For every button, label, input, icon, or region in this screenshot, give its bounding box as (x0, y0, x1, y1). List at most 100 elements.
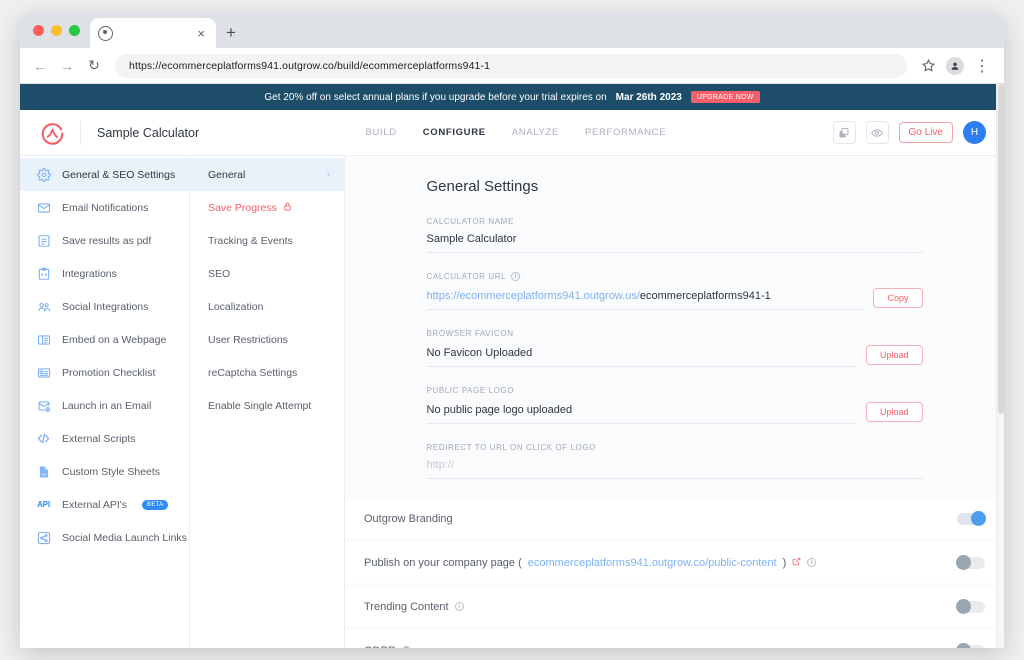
sidebar-item-save-results-as-pdf[interactable]: Save results as pdf (20, 224, 189, 257)
info-icon[interactable]: i (807, 558, 817, 567)
toggle-list: Outgrow Branding Publish on your company… (345, 498, 1004, 648)
code-brackets-icon (36, 431, 51, 446)
close-window-button[interactable] (33, 25, 44, 36)
toggle-row-gdpr: GDPR ? (345, 630, 1004, 648)
upload-logo-button[interactable]: Upload (865, 402, 923, 422)
subnav-item-general[interactable]: General › (190, 158, 344, 191)
info-icon[interactable]: i (454, 602, 464, 611)
envelope-icon (36, 200, 51, 215)
toggle-row-trending-content: Trending Content i (345, 586, 1004, 627)
list-card-icon (36, 365, 51, 380)
calculator-url-prefix: https://ecommerceplatforms941.outgrow.us… (426, 290, 640, 302)
profile-icon[interactable] (943, 54, 967, 78)
sidebar-item-custom-style-sheets[interactable]: css Custom Style Sheets (20, 455, 189, 488)
browser-favicon-label: BROWSER FAVICON (426, 329, 514, 338)
api-icon: API (36, 497, 51, 512)
tab-performance[interactable]: PERFORMANCE (585, 127, 666, 138)
gear-icon (36, 167, 51, 182)
lock-icon (283, 202, 292, 214)
calculator-url-slug: ecommerceplatforms941-1 (639, 290, 771, 302)
calculator-url-input[interactable]: https://ecommerceplatforms941.outgrow.us… (426, 290, 864, 310)
toggle-row-outgrow-branding: Outgrow Branding (345, 498, 1004, 539)
sidebar-item-general-seo-settings[interactable]: General & SEO Settings (20, 158, 189, 191)
publish-company-page-toggle[interactable] (956, 554, 985, 570)
publish-label-before: Publish on your company page ( (364, 556, 522, 569)
public-page-logo-value: No public page logo uploaded (426, 404, 856, 424)
sidebar-item-label: Email Notifications (62, 201, 149, 214)
document-icon (36, 233, 51, 248)
browser-tab[interactable]: × (90, 18, 216, 48)
sidebar-item-label: Integrations (62, 267, 117, 280)
close-tab-icon[interactable]: × (194, 25, 208, 42)
star-icon[interactable] (916, 54, 940, 78)
upgrade-now-button[interactable]: UPGRADE NOW (690, 91, 760, 103)
people-icon (36, 299, 51, 314)
sidebar-item-label: Social Integrations (62, 300, 149, 313)
external-link-icon[interactable] (792, 557, 801, 568)
back-button[interactable]: ← (28, 54, 52, 78)
minimize-window-button[interactable] (51, 25, 62, 36)
subnav-item-enable-single-attempt[interactable]: Enable Single Attempt (190, 389, 344, 422)
sidebar-item-embed-on-a-webpage[interactable]: Embed on a Webpage (20, 323, 189, 356)
subnav-item-recaptcha-settings[interactable]: reCaptcha Settings (190, 356, 344, 389)
calculator-name-input[interactable]: Sample Calculator (426, 233, 923, 253)
subnav-item-label: Enable Single Attempt (208, 399, 312, 412)
outgrow-logo-icon[interactable] (40, 120, 66, 146)
sidebar-item-label: External API's (62, 498, 128, 511)
outgrow-branding-toggle[interactable] (957, 510, 986, 526)
sidebar-item-integrations[interactable]: Integrations (20, 257, 189, 290)
sidebar-item-label: Custom Style Sheets (62, 465, 161, 478)
public-content-link[interactable]: ecommerceplatforms941.outgrow.co/public-… (528, 557, 777, 569)
sidebar: General & SEO Settings Email Notificatio… (20, 156, 190, 648)
calculator-url-label: CALCULATOR URL i (427, 272, 923, 281)
subnav-item-label: General (208, 168, 246, 181)
help-icon[interactable]: ? (401, 646, 411, 648)
subnav: General › Save Progress Tracking & Event… (190, 156, 345, 648)
public-page-logo-label: PUBLIC PAGE LOGO (426, 386, 515, 395)
subnav-item-tracking-events[interactable]: Tracking & Events (190, 224, 344, 257)
sidebar-item-external-apis[interactable]: API External API's BETA (20, 488, 189, 521)
page-scrollbar[interactable] (996, 84, 1004, 648)
status-badge: BETA (142, 499, 169, 510)
chevron-right-icon: › (326, 169, 330, 180)
preview-eye-icon[interactable] (865, 121, 889, 144)
email-launch-icon (36, 398, 51, 413)
forward-button[interactable]: → (55, 54, 79, 78)
subnav-item-user-restrictions[interactable]: User Restrictions (190, 323, 344, 356)
go-live-button[interactable]: Go Live (898, 122, 953, 143)
subnav-item-save-progress[interactable]: Save Progress (190, 191, 344, 224)
copy-button[interactable]: Copy (873, 288, 923, 308)
subnav-item-localization[interactable]: Localization (190, 290, 344, 323)
redirect-url-input[interactable]: http:// (426, 459, 923, 479)
sidebar-item-label: Embed on a Webpage (62, 333, 167, 346)
tab-build[interactable]: BUILD (365, 127, 396, 138)
address-bar[interactable]: https://ecommerceplatforms941.outgrow.co… (115, 53, 907, 78)
sidebar-item-social-integrations[interactable]: Social Integrations (20, 290, 189, 323)
duplicate-icon[interactable] (832, 121, 856, 144)
browser-menu-icon[interactable]: ⋮ (970, 54, 994, 78)
settings-title: General Settings (426, 178, 539, 195)
sidebar-item-external-scripts[interactable]: External Scripts (20, 422, 189, 455)
promo-banner: Get 20% off on select annual plans if yo… (20, 84, 1004, 110)
trending-content-toggle[interactable] (956, 598, 985, 614)
redirect-url-field: REDIRECT TO URL ON CLICK OF LOGO http:// (426, 443, 923, 479)
info-icon[interactable]: i (511, 272, 521, 281)
subnav-item-label: reCaptcha Settings (208, 366, 298, 379)
subnav-item-seo[interactable]: SEO (190, 257, 344, 290)
sidebar-item-promotion-checklist[interactable]: Promotion Checklist (20, 356, 189, 389)
upload-favicon-button[interactable]: Upload (865, 345, 923, 365)
avatar[interactable]: H (962, 121, 986, 144)
sidebar-item-email-notifications[interactable]: Email Notifications (20, 191, 189, 224)
new-tab-button[interactable]: + (226, 24, 236, 41)
tab-analyze[interactable]: ANALYZE (512, 127, 559, 138)
tab-configure[interactable]: CONFIGURE (423, 127, 486, 138)
reload-button[interactable]: ↻ (82, 54, 106, 78)
sidebar-item-label: Launch in an Email (62, 399, 152, 412)
page-scrollbar-thumb[interactable] (998, 84, 1004, 414)
gdpr-toggle[interactable] (956, 642, 985, 648)
window-controls (20, 25, 90, 48)
sidebar-item-social-media-launch-links[interactable]: Social Media Launch Links (20, 521, 189, 554)
outgrow-branding-label: Outgrow Branding (364, 512, 453, 525)
sidebar-item-launch-in-an-email[interactable]: Launch in an Email (20, 389, 189, 422)
maximize-window-button[interactable] (69, 25, 80, 36)
